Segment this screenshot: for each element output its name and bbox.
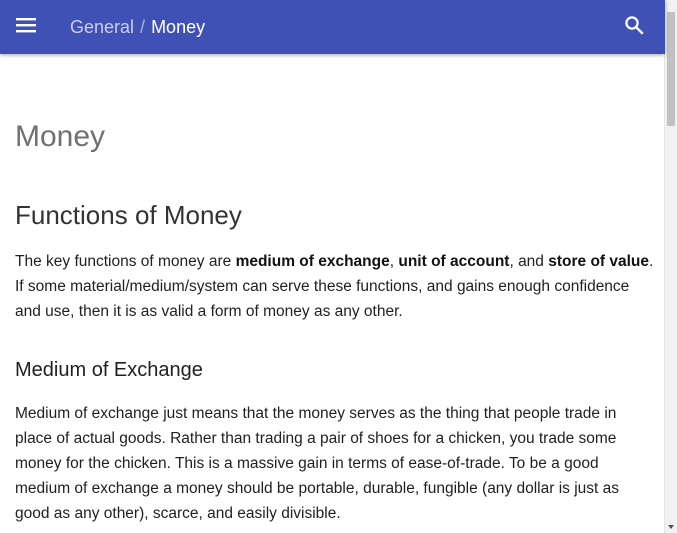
section-heading-medium-of-exchange: Medium of Exchange: [15, 359, 203, 381]
section-heading-functions: Functions of Money: [15, 200, 242, 230]
paragraph-text: The key functions of money are: [15, 253, 236, 270]
menu-icon: [16, 17, 36, 38]
breadcrumb: General / Money: [70, 16, 205, 38]
term-unit-of-account: unit of account: [398, 253, 510, 270]
breadcrumb-current: Money: [151, 17, 206, 37]
paragraph-text: , and: [509, 253, 549, 270]
menu-button[interactable]: [10, 11, 42, 43]
medium-of-exchange-paragraph: Medium of exchange just means that the m…: [15, 405, 620, 522]
search-button[interactable]: [619, 12, 649, 42]
top-app-bar: General / Money: [0, 0, 665, 54]
page-title: Money: [15, 120, 106, 153]
functions-paragraph: The key functions of money are medium of…: [15, 249, 655, 324]
scrollbar-thumb[interactable]: [667, 12, 675, 126]
term-store-of-value: store of value: [548, 253, 650, 270]
breadcrumb-separator: /: [140, 17, 146, 37]
scroll-down-arrow-icon[interactable]: [668, 525, 674, 529]
search-icon: [624, 15, 644, 40]
vertical-scrollbar[interactable]: [664, 0, 677, 533]
breadcrumb-general[interactable]: General: [70, 17, 134, 37]
term-medium-of-exchange: medium of exchange: [235, 253, 390, 270]
